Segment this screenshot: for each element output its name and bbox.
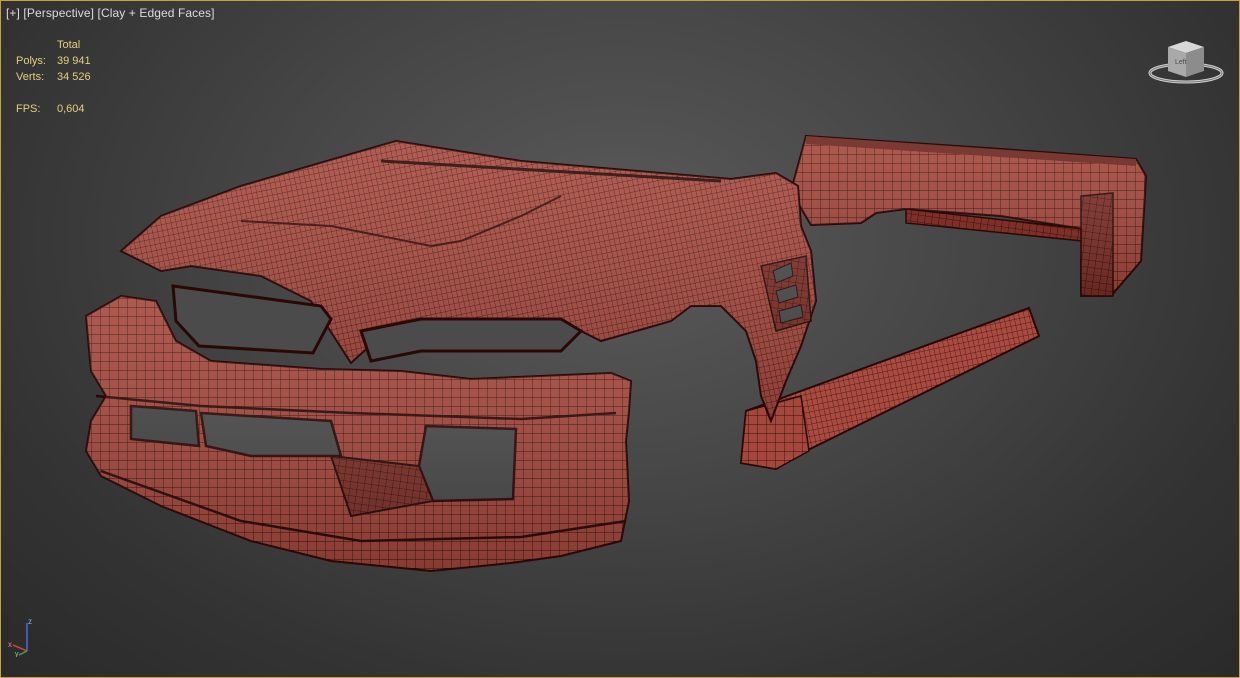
viewcube-face-label: Left — [1175, 59, 1187, 66]
axis-z-label: z — [28, 617, 32, 626]
shading-mode-menu[interactable]: [Clay + Edged Faces] — [98, 6, 215, 20]
polys-value: 39 941 — [57, 55, 91, 67]
polys-label: Polys: — [16, 55, 46, 67]
viewport-label: [+] [Perspective] [Clay + Edged Faces] — [6, 6, 215, 20]
viewport-statistics: Total Polys: 39 941 Verts: 34 526 FPS: 0,60… — [16, 37, 91, 117]
fps-label: FPS: — [16, 103, 41, 115]
fps-value: 0,604 — [57, 103, 85, 115]
viewport-menu-button[interactable]: [+] — [6, 6, 20, 20]
perspective-viewport[interactable]: [+] [Perspective] [Clay + Edged Faces] T… — [0, 0, 1240, 678]
viewcube-icon[interactable]: Left — [1146, 37, 1226, 89]
car-bodykit-mesh[interactable] — [1, 1, 1240, 678]
view-mode-menu[interactable]: [Perspective] — [23, 6, 94, 20]
axis-y-label: y — [15, 651, 19, 657]
verts-label: Verts: — [16, 71, 45, 83]
verts-value: 34 526 — [57, 71, 91, 83]
axis-x-label: x — [8, 640, 12, 649]
stats-header: Total — [57, 39, 81, 51]
rear-bumper-mesh — [789, 134, 1148, 297]
axis-tripod-icon: z x y — [8, 617, 32, 657]
